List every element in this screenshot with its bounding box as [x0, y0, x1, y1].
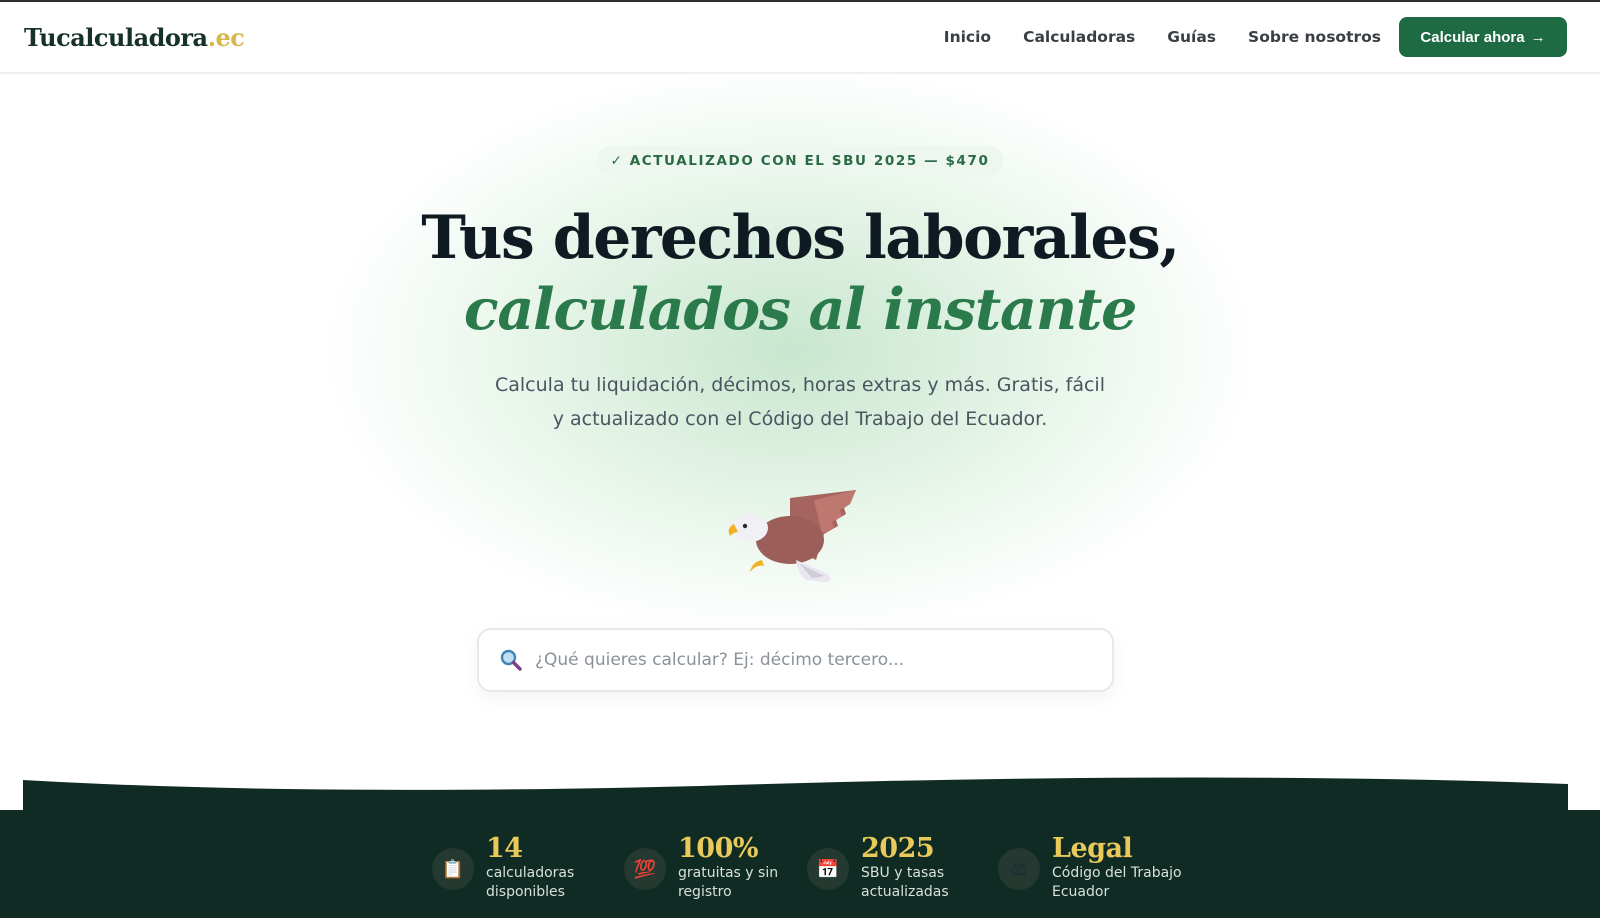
cta-label: Calcular ahora	[1420, 28, 1525, 46]
stat-value: 2025	[861, 833, 935, 864]
main-nav: Inicio Calculadoras Guías Sobre nosotros…	[944, 17, 1567, 57]
scales-icon: ⚖	[998, 848, 1040, 890]
hundred-icon: 💯	[624, 848, 666, 890]
stat-calculators: 📋 14 calculadoras disponibles	[432, 834, 616, 902]
stat-value: Legal	[1052, 833, 1133, 864]
nav-link-inicio[interactable]: Inicio	[944, 28, 991, 46]
stat-label: calculadoras disponibles	[486, 865, 575, 900]
search-input[interactable]	[535, 650, 1092, 670]
site-logo[interactable]: Tucalculadora.ec	[24, 22, 245, 52]
stat-label: gratuitas y sin registro	[678, 865, 779, 900]
calendar-icon: 📅	[807, 848, 849, 890]
update-badge: ✓ ACTUALIZADO CON EL SBU 2025 — $470	[596, 146, 1004, 176]
stat-value: 100%	[678, 833, 759, 864]
site-header: Tucalculadora.ec Inicio Calculadoras Guí…	[0, 2, 1600, 74]
search-bar[interactable]	[477, 628, 1114, 692]
nav-link-calculadoras[interactable]: Calculadoras	[1023, 28, 1135, 46]
eagle-icon	[728, 490, 856, 582]
arrow-right-icon: →	[1530, 28, 1546, 46]
stat-label: Código del Trabajo Ecuador	[1052, 865, 1182, 900]
stat-legal: ⚖ Legal Código del Trabajo Ecuador	[998, 834, 1182, 902]
stat-free: 💯 100% gratuitas y sin registro	[624, 834, 808, 902]
stat-year: 📅 2025 SBU y tasas actualizadas	[807, 834, 991, 902]
stat-value: 14	[486, 833, 523, 864]
section-wave	[23, 777, 1568, 810]
logo-main: Tucalculadora	[24, 22, 208, 52]
logo-tld: .ec	[207, 22, 245, 52]
stats-band: 📋 14 calculadoras disponibles 💯 100% gra…	[0, 810, 1600, 918]
magnifier-icon	[500, 649, 522, 671]
clipboard-icon: 📋	[432, 848, 474, 890]
stat-label: SBU y tasas actualizadas	[861, 865, 949, 900]
hero-title-accent: calculados al instante	[463, 276, 1138, 343]
hero-subtitle: Calcula tu liquidación, décimos, horas e…	[494, 374, 1105, 430]
nav-link-sobre-nosotros[interactable]: Sobre nosotros	[1248, 28, 1381, 46]
hero-title: Tus derechos laborales,	[421, 203, 1180, 273]
nav-link-guias[interactable]: Guías	[1167, 28, 1216, 46]
calculate-now-button[interactable]: Calcular ahora →	[1399, 17, 1567, 57]
